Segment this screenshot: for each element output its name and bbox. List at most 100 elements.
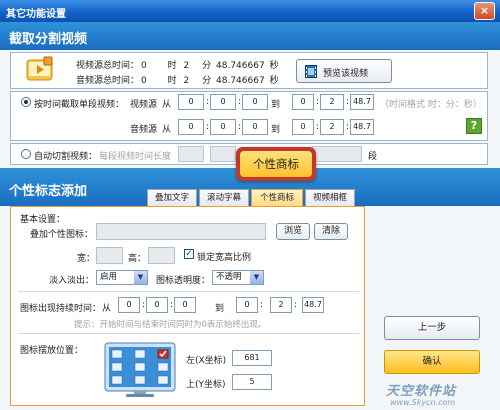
overlay-icon-label: 叠加个性图标： [30, 230, 94, 240]
audio-start-hour-input[interactable]: 0 [178, 119, 204, 135]
basic-settings-title: 基本设置： [20, 215, 66, 225]
cut-by-time-radio[interactable] [21, 97, 31, 107]
lock-ratio-label: 锁定宽高比例 [197, 253, 252, 263]
video-duration-row: 视频源总时间： 0 时 2 分 48.746667 秒 [76, 58, 279, 71]
top-y-input[interactable]: 5 [232, 374, 272, 390]
to-label: 到 [271, 100, 281, 110]
audio-end-minute-input[interactable]: 2 [320, 119, 344, 135]
chevron-down-icon: ▼ [134, 271, 147, 284]
second-unit: 秒 [269, 76, 279, 86]
video-source-label: 视频源 [130, 100, 158, 110]
watermark-url: www.Skycn.com [390, 398, 456, 407]
chevron-down-icon: ▼ [250, 271, 263, 284]
colon: : [346, 122, 350, 132]
colon: : [346, 97, 350, 107]
audio-end-hour-input[interactable]: 0 [292, 119, 314, 135]
height-input[interactable] [148, 247, 175, 264]
from-label: 从 [162, 125, 172, 135]
video-end-hour-input[interactable]: 0 [292, 94, 314, 110]
divider [18, 333, 360, 334]
close-button[interactable]: × [474, 2, 495, 20]
duration-hint: 提示：开始时间与结束时间同时为0表示始终出现。 [74, 320, 267, 330]
left-x-input[interactable]: 681 [232, 350, 272, 366]
tab-custom-logo[interactable]: 个性商标 [251, 189, 303, 207]
callout-label: 个性商标 [240, 151, 312, 177]
preview-video-button[interactable]: 预览该视频 [296, 59, 392, 83]
auto-cut-label: 自动切割视频： [34, 152, 98, 162]
video-duration-label: 视频源总时间： [76, 61, 140, 71]
fade-select[interactable]: 启用 ▼ [96, 270, 148, 285]
colon: : [316, 97, 320, 107]
duration-label: 图标出现持续时间： [20, 304, 102, 314]
colon: : [238, 122, 242, 132]
height-label: 高： [128, 254, 147, 264]
duration-end-minute-input[interactable]: 2 [270, 297, 292, 313]
video-start-second-input[interactable]: 0 [242, 94, 268, 110]
segment-hour-input[interactable] [178, 146, 204, 162]
hour-unit: 时 [167, 76, 177, 86]
colon: : [294, 300, 298, 310]
video-start-minute-input[interactable]: 0 [210, 94, 236, 110]
second-unit: 秒 [269, 61, 279, 71]
tab-overlay-text[interactable]: 叠加文字 [147, 189, 197, 207]
video-hours: 0 [141, 61, 147, 71]
lock-ratio-checkbox[interactable]: ✓ [184, 249, 194, 259]
audio-minutes: 2 [183, 76, 190, 86]
video-start-hour-input[interactable]: 0 [178, 94, 204, 110]
audio-end-second-input[interactable]: 48.7 [350, 119, 374, 135]
opacity-select[interactable]: 不透明 ▼ [212, 270, 264, 285]
video-file-icon [26, 56, 53, 82]
minute-unit: 分 [202, 76, 212, 86]
duration-start-hour-input[interactable]: 0 [118, 297, 140, 313]
video-end-minute-input[interactable]: 2 [320, 94, 344, 110]
audio-start-minute-input[interactable]: 0 [210, 119, 236, 135]
audio-duration-label: 音频源总时间： [76, 76, 140, 86]
duration-end-hour-input[interactable]: 0 [236, 297, 258, 313]
position-label: 图标摆放位置： [20, 346, 84, 356]
audio-hours: 0 [141, 76, 147, 86]
auto-cut-radio[interactable] [21, 149, 31, 159]
top-y-label: 上(Y坐标) [186, 380, 226, 390]
position-grid-icon[interactable] [104, 342, 176, 398]
audio-seconds: 48.746667 [216, 76, 265, 86]
watermark-brand: 天空软件站 [386, 384, 457, 399]
duration-start-minute-input[interactable]: 0 [146, 297, 168, 313]
width-input[interactable] [96, 247, 123, 264]
to-label: 到 [215, 304, 225, 314]
film-icon [305, 65, 317, 78]
segment-length-label: 每段视频时间长度 [99, 152, 172, 162]
segment-unit-label: 段 [368, 152, 378, 162]
confirm-button[interactable]: 确认 [384, 350, 480, 374]
from-label: 从 [102, 304, 112, 314]
fade-label: 淡入淡出： [49, 276, 95, 286]
fade-select-value: 启用 [100, 272, 118, 282]
video-minutes: 2 [183, 61, 190, 71]
section-title: 截取分割视频 [9, 32, 88, 47]
segment-count-input[interactable] [312, 146, 362, 162]
hour-unit: 时 [167, 61, 177, 71]
segment-minute-input[interactable] [210, 146, 236, 162]
help-icon[interactable]: ? [466, 118, 482, 134]
duration-end-second-input[interactable]: 48.7 [302, 297, 324, 313]
audio-duration-row: 音频源总时间： 0 时 2 分 48.746667 秒 [76, 73, 279, 86]
colon: : [238, 97, 242, 107]
tab-video-frame[interactable]: 视频相框 [305, 189, 355, 207]
preview-button-label: 预览该视频 [323, 69, 369, 79]
tab-scrolling-subtitle[interactable]: 滚动字幕 [199, 189, 249, 207]
browse-button[interactable]: 浏览 [276, 223, 310, 240]
clear-button[interactable]: 清除 [314, 223, 348, 240]
duration-start-second-input[interactable]: 0 [174, 297, 196, 313]
video-end-second-input[interactable]: 48.7 [350, 94, 374, 110]
left-x-label: 左(X坐标) [186, 356, 227, 366]
audio-source-label: 音频源 [130, 125, 158, 135]
colon: : [206, 122, 210, 132]
audio-start-second-input[interactable]: 0 [242, 119, 268, 135]
width-label: 宽： [77, 254, 96, 264]
colon: : [316, 122, 320, 132]
previous-step-button[interactable]: 上一步 [384, 316, 480, 340]
from-label: 从 [162, 100, 172, 110]
section-title: 个性标志添加 [9, 184, 88, 199]
to-label: 到 [271, 125, 281, 135]
title-bar [0, 0, 500, 22]
overlay-icon-path-input[interactable] [96, 223, 266, 240]
